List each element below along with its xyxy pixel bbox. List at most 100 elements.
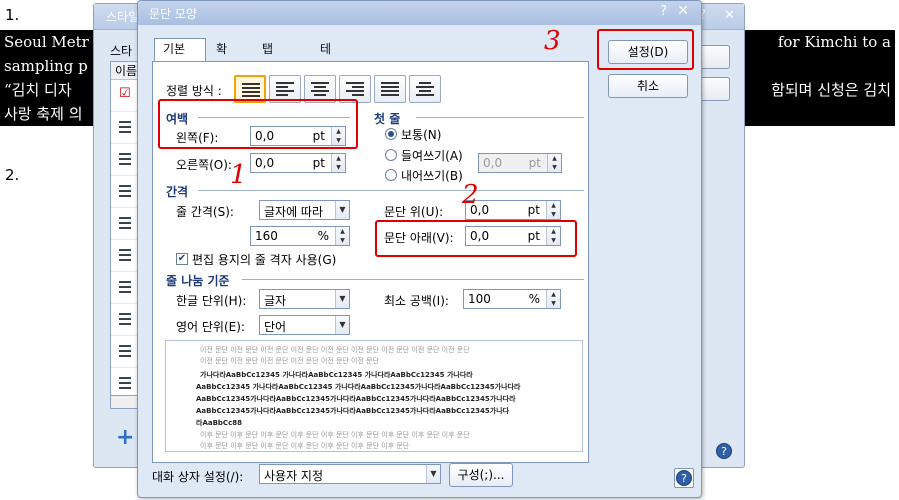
chevron-down-icon[interactable]: ▼: [426, 465, 440, 483]
align-right-icon: [346, 82, 364, 96]
dialog-setting-select[interactable]: 사용자 지정 ▼: [259, 464, 441, 484]
min-space-label: 최소 공백(I):: [384, 294, 449, 308]
first-line-indent-label[interactable]: 들여쓰기(A): [401, 147, 463, 164]
preview-line: 이전 문단 이전 문단 이전 문단 이전 문단 이전 문단 이전 문단 이전 문…: [200, 346, 470, 354]
right-margin-spinner[interactable]: 0,0 pt ▲ ▼: [250, 153, 346, 173]
preview-line: 라AaBbCc88: [196, 419, 242, 427]
space-above-label: 문단 위(U):: [384, 205, 444, 219]
preview-line: 이후 문단 이후 문단 이후 문단 이후 문단 이후 문단 이후 문단 이후 문…: [200, 442, 410, 450]
first-line-indent-spinner[interactable]: 0,0 pt ▲ ▼: [478, 153, 562, 173]
compose-button[interactable]: 구성(;)...: [449, 463, 513, 487]
doc-text-line: sampling p: [4, 57, 88, 75]
line-spacing-type-select[interactable]: 글자에 따라 ▼: [259, 200, 350, 220]
doc-text-line: 함되며 신청은 김치: [771, 81, 891, 99]
style-dialog-tab[interactable]: 스타: [110, 42, 132, 59]
style-dialog-help-button-icon[interactable]: ?: [716, 443, 732, 459]
spinner-arrows-icon[interactable]: ▲ ▼: [546, 290, 560, 308]
style-check-icon: ☑: [119, 86, 131, 101]
style-dialog-title: 스타일: [106, 10, 140, 24]
style-dialog-button-1[interactable]: [700, 45, 730, 69]
dialog-setting-label: 대화 상자 설정(/):: [152, 470, 244, 484]
line-break-section-title: 줄 나눔 기준: [166, 274, 230, 288]
doc-list-number-1: 1.: [5, 6, 20, 24]
tab-border-background[interactable]: 테두리/배경: [312, 39, 343, 136]
first-line-normal-radio[interactable]: [385, 128, 397, 140]
min-space-value[interactable]: 100: [468, 292, 491, 306]
style-dialog-close-icon[interactable]: ✕: [724, 8, 735, 23]
first-line-normal-label[interactable]: 보통(N): [401, 126, 441, 143]
english-unit-select[interactable]: 단어 ▼: [259, 315, 350, 335]
korean-unit-select[interactable]: 글자 ▼: [259, 289, 350, 309]
doc-highlight-right: for Kimchi to a 함되며 신청은 김치: [745, 30, 895, 126]
preview-line: AaBbCc12345가나다라AaBbCc12345가나다라AaBbCc1234…: [196, 395, 516, 403]
korean-unit-label: 한글 단위(H):: [176, 294, 247, 308]
min-space-spinner[interactable]: 100 % ▲ ▼: [463, 289, 561, 309]
space-above-spinner[interactable]: 0,0 pt ▲ ▼: [465, 200, 561, 220]
annotation-ok-rect: [597, 29, 694, 70]
alignment-label: 정렬 방식 :: [166, 84, 222, 98]
right-margin-value[interactable]: 0,0: [255, 156, 274, 170]
tab-extended[interactable]: 확장: [208, 39, 235, 76]
spinner-arrows-icon[interactable]: ▲ ▼: [546, 201, 560, 219]
close-icon[interactable]: ✕: [677, 3, 689, 19]
english-unit-value: 단어: [264, 320, 287, 334]
paragraph-dialog-titlebar: 문단 모양 ? ✕: [138, 1, 701, 25]
preview-line: 가나다라AaBbCc12345 가나다라AaBbCc12345 가나다라AaBb…: [200, 371, 473, 379]
chevron-down-icon[interactable]: ▼: [335, 201, 349, 219]
align-distribute-button[interactable]: [374, 75, 406, 103]
help-button[interactable]: ?: [674, 468, 694, 488]
align-divide-button[interactable]: [409, 75, 441, 103]
line-spacing-unit: %: [317, 229, 329, 243]
space-above-unit: pt: [527, 203, 540, 217]
min-space-unit: %: [528, 292, 540, 306]
cancel-button[interactable]: 취소: [608, 74, 688, 98]
paragraph-style-icon: [119, 185, 131, 197]
first-line-hanging-radio[interactable]: [385, 169, 397, 181]
preview-line: AaBbCc12345 가나다라AaBbCc12345 가나다라AaBbCc12…: [196, 383, 521, 391]
first-line-indent-unit: pt: [528, 156, 541, 170]
english-unit-label: 영어 단위(E):: [176, 320, 245, 334]
grid-checkbox-label[interactable]: 편집 용지의 줄 격자 사용(G): [192, 251, 336, 268]
doc-text-line: [749, 102, 891, 126]
doc-text-line: for Kimchi to a: [777, 33, 891, 51]
spinner-arrows-icon[interactable]: ▲ ▼: [331, 154, 345, 172]
align-left-icon: [276, 82, 294, 96]
align-center-icon: [311, 82, 329, 96]
paragraph-dialog-title: 문단 모양: [149, 7, 197, 21]
help-icon[interactable]: ?: [660, 4, 667, 19]
annotation-margin-rect: [158, 99, 358, 149]
annotation-below-rect: [375, 220, 577, 257]
divider: [198, 190, 584, 191]
annotation-number-2: 2: [462, 180, 479, 210]
doc-text-line: [749, 54, 891, 78]
dialog-setting-value: 사용자 지정: [264, 469, 324, 483]
line-spacing-label: 줄 간격(S):: [176, 205, 234, 219]
right-margin-unit: pt: [312, 156, 325, 170]
annotation-number-3: 3: [544, 26, 561, 56]
korean-unit-value: 글자: [264, 294, 287, 308]
align-distribute-icon: [381, 82, 399, 96]
paragraph-style-icon: [119, 121, 131, 133]
first-line-hanging-label[interactable]: 내어쓰기(B): [401, 167, 463, 184]
grid-checkbox[interactable]: ✔: [176, 253, 188, 265]
tab-tab-settings[interactable]: 탭 설정: [254, 39, 281, 96]
spinner-arrows-icon[interactable]: ▲ ▼: [335, 227, 349, 245]
spinner-arrows-icon[interactable]: ▲ ▼: [547, 154, 561, 172]
spacing-section-title: 간격: [166, 185, 189, 199]
first-line-section-title: 첫 줄: [374, 112, 401, 126]
first-line-indent-radio[interactable]: [385, 149, 397, 161]
line-spacing-value-spinner[interactable]: 160 % ▲ ▼: [250, 226, 350, 246]
chevron-down-icon[interactable]: ▼: [335, 290, 349, 308]
align-justify-icon: [242, 83, 260, 97]
annotation-number-1: 1: [230, 160, 247, 190]
chevron-down-icon[interactable]: ▼: [335, 316, 349, 334]
preview-line: 이후 문단 이후 문단 이후 문단 이후 문단 이후 문단 이후 문단 이후 문…: [200, 431, 470, 439]
tab-basic[interactable]: 기본: [154, 38, 206, 62]
doc-text-line: “김치 디자: [4, 81, 72, 99]
preview-line: 이전 문단 이전 문단 이전 문단 이전 문단 이전 문단 이전 문단: [200, 357, 380, 365]
paragraph-style-icon: [119, 313, 131, 325]
paragraph-style-icon: [119, 217, 131, 229]
style-dialog-button-2[interactable]: [700, 77, 730, 101]
line-spacing-value[interactable]: 160: [255, 229, 278, 243]
first-line-indent-value[interactable]: 0,0: [483, 156, 502, 170]
